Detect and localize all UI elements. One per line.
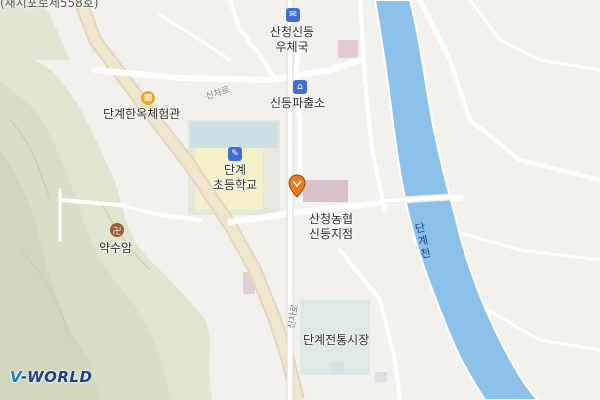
police-label[interactable]: 신등파출소 [270, 96, 325, 111]
hanok-icon[interactable]: ▦ [141, 91, 155, 105]
police-icon[interactable]: ⌂ [293, 80, 307, 94]
location-marker-icon[interactable] [288, 174, 306, 198]
vworld-logo: V-WORLD [10, 368, 93, 386]
bank-label[interactable]: 산청농협 신등지점 [300, 212, 362, 242]
temple-icon[interactable]: 卍 [110, 223, 124, 237]
top-cut-label: (새시포로세558호) [0, 0, 99, 10]
school-label[interactable]: 단계 초등학교 [207, 163, 263, 193]
map-view[interactable]: (새시포로세558호) ✉ 산청신등 우체국 ⌂ 신등파출소 ▦ 단계한옥체험관… [0, 0, 600, 400]
post-office-icon[interactable]: ✉ [286, 8, 300, 22]
hanok-label[interactable]: 단계한옥체험관 [103, 107, 180, 122]
school-icon[interactable]: ✎ [228, 147, 242, 161]
post-office-label[interactable]: 산청신등 우체국 [262, 25, 322, 55]
map-base [0, 0, 600, 400]
market-label[interactable]: 단계전통시장 [303, 333, 369, 348]
temple-label[interactable]: 약수암 [99, 241, 132, 256]
